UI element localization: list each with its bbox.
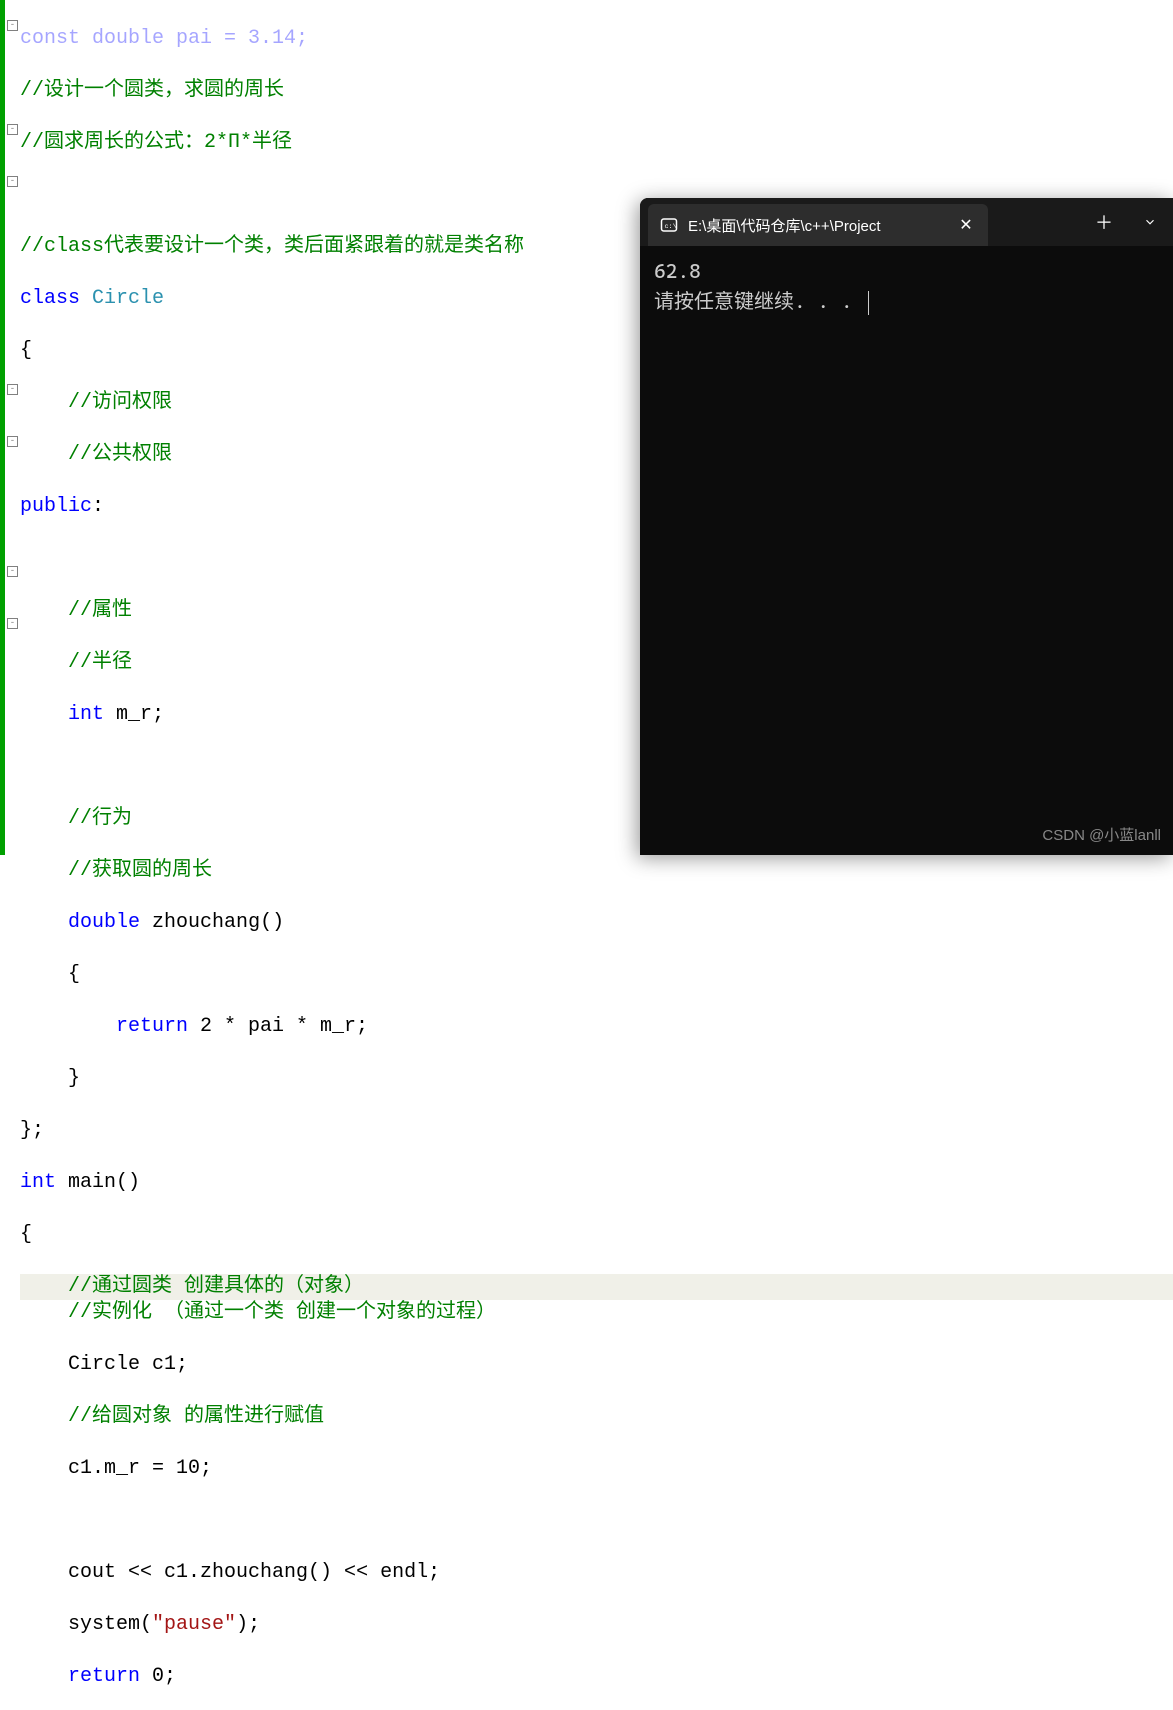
code-comment: //通过圆类 创建具体的（对象） bbox=[68, 1275, 364, 1298]
paren: ); bbox=[236, 1613, 260, 1636]
colon: : bbox=[92, 495, 104, 518]
tab-title: E:\桌面\代码仓库\c++\Project bbox=[688, 215, 946, 236]
statement: cout << c1.zhouchang() << endl; bbox=[68, 1561, 440, 1584]
cursor bbox=[868, 291, 869, 315]
fold-toggle[interactable]: - bbox=[7, 384, 18, 395]
editor-gutter: - - - - - - - bbox=[0, 0, 20, 855]
code-comment: //圆求周长的公式：2*Π*半径 bbox=[20, 131, 292, 154]
fold-toggle[interactable]: - bbox=[7, 124, 18, 135]
statement: Circle c1; bbox=[68, 1353, 188, 1376]
code-comment: //实例化 （通过一个类 创建一个对象的过程） bbox=[68, 1301, 496, 1324]
parens: () bbox=[260, 911, 284, 934]
code-comment: //设计一个圆类，求圆的周长 bbox=[20, 79, 284, 102]
dropdown-button[interactable] bbox=[1127, 198, 1173, 246]
code-comment: //class代表要设计一个类，类后面紧跟着的就是类名称 bbox=[20, 235, 524, 258]
fold-toggle[interactable]: - bbox=[7, 618, 18, 629]
svg-text:c:\: c:\ bbox=[665, 223, 677, 231]
string-literal: "pause" bbox=[152, 1613, 236, 1636]
terminal-window[interactable]: c:\ E:\桌面\代码仓库\c++\Project ✕ ＋ 62.8 请按任意… bbox=[640, 198, 1173, 855]
code-comment: //访问权限 bbox=[68, 391, 172, 414]
code-comment: //行为 bbox=[68, 807, 132, 830]
class-name: Circle bbox=[92, 287, 164, 310]
func-call: system bbox=[68, 1613, 140, 1636]
code-comment: //获取圆的周长 bbox=[68, 859, 212, 882]
brace: { bbox=[68, 963, 80, 986]
brace: { bbox=[20, 1223, 32, 1246]
paren: ( bbox=[140, 1613, 152, 1636]
keyword-double: double bbox=[68, 911, 140, 934]
fold-toggle[interactable]: - bbox=[7, 20, 18, 31]
class-end: }; bbox=[20, 1119, 44, 1142]
expression: 2 * pai * m_r; bbox=[188, 1015, 368, 1038]
keyword-class: class bbox=[20, 287, 80, 310]
titlebar-actions: ＋ bbox=[1081, 198, 1173, 246]
fold-toggle[interactable]: - bbox=[7, 436, 18, 447]
identifier: m_r bbox=[116, 703, 152, 726]
keyword-return: return bbox=[68, 1665, 140, 1688]
code-comment: //半径 bbox=[68, 651, 132, 674]
keyword-public: public bbox=[20, 495, 92, 518]
terminal-titlebar[interactable]: c:\ E:\桌面\代码仓库\c++\Project ✕ ＋ bbox=[640, 198, 1173, 246]
watermark: CSDN @小蓝lanll bbox=[1042, 824, 1161, 845]
new-tab-button[interactable]: ＋ bbox=[1081, 198, 1127, 246]
brace: { bbox=[20, 339, 32, 362]
code-comment: //给圆对象 的属性进行赋值 bbox=[68, 1405, 324, 1428]
fold-toggle[interactable]: - bbox=[7, 176, 18, 187]
terminal-output: 62.8 bbox=[654, 256, 1159, 286]
function-name: zhouchang bbox=[152, 911, 260, 934]
terminal-body[interactable]: 62.8 请按任意键继续. . . bbox=[640, 246, 1173, 326]
fold-toggle[interactable]: - bbox=[7, 566, 18, 577]
code-text: const double pai = 3.14; bbox=[20, 27, 308, 50]
code-comment: //公共权限 bbox=[68, 443, 172, 466]
keyword-int: int bbox=[68, 703, 104, 726]
brace: } bbox=[68, 1067, 80, 1090]
return-value: 0; bbox=[140, 1665, 176, 1688]
code-comment: //属性 bbox=[68, 599, 132, 622]
tab-close-button[interactable]: ✕ bbox=[956, 215, 976, 235]
keyword-return: return bbox=[116, 1015, 188, 1038]
fold-gutter: - - - - - - - bbox=[5, 0, 20, 855]
terminal-output: 请按任意键继续. . . bbox=[654, 286, 1159, 316]
keyword-int: int bbox=[20, 1171, 56, 1194]
cmd-icon: c:\ bbox=[660, 216, 678, 234]
semicolon: ; bbox=[152, 703, 164, 726]
main-decl: main() bbox=[56, 1171, 140, 1194]
terminal-tab[interactable]: c:\ E:\桌面\代码仓库\c++\Project ✕ bbox=[648, 204, 988, 246]
statement: c1.m_r = 10; bbox=[68, 1457, 212, 1480]
